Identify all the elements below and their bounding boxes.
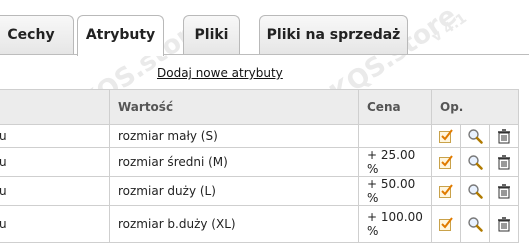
magnifier-icon[interactable] <box>467 128 483 144</box>
edit-cell <box>431 124 461 148</box>
attribute-name: u <box>0 124 110 148</box>
attribute-name: u <box>0 205 110 243</box>
table-row: u rozmiar mały (S) <box>0 124 520 148</box>
price-header: Cena <box>358 89 432 125</box>
edit-checkbox-icon[interactable] <box>438 216 454 232</box>
attribute-price: + 50.00 % <box>358 176 432 206</box>
delete-cell <box>488 124 520 148</box>
edit-cell <box>431 205 461 243</box>
trash-icon[interactable] <box>496 216 512 232</box>
tab-cechy[interactable]: Cechy <box>0 15 74 54</box>
edit-cell <box>431 147 461 177</box>
add-attributes-link[interactable]: Dodaj nowe atrybuty <box>157 66 283 80</box>
edit-checkbox-icon[interactable] <box>438 154 454 170</box>
op-header: Op. <box>431 89 519 125</box>
edit-checkbox-icon[interactable] <box>438 183 454 199</box>
delete-cell <box>488 176 520 206</box>
attribute-value: rozmiar duży (L) <box>109 176 359 206</box>
table-row: u rozmiar duży (L) + 50.00 % <box>0 176 520 206</box>
magnifier-icon[interactable] <box>467 154 483 170</box>
attribute-name: u <box>0 176 110 206</box>
attribute-name: u <box>0 147 110 177</box>
trash-icon[interactable] <box>496 128 512 144</box>
delete-cell <box>488 147 520 177</box>
value-header: Wartość <box>109 89 359 125</box>
table-row: u rozmiar średni (M) + 25.00 % <box>0 147 520 177</box>
edit-checkbox-icon[interactable] <box>438 128 454 144</box>
search-cell <box>459 176 490 206</box>
table-row: u rozmiar b.duży (XL) + 100.00 % <box>0 205 520 243</box>
edit-cell <box>431 176 461 206</box>
magnifier-icon[interactable] <box>467 216 483 232</box>
delete-cell <box>488 205 520 243</box>
trash-icon[interactable] <box>496 154 512 170</box>
attribute-price <box>358 124 432 148</box>
tab-pliki-na-sprzedaz[interactable]: Pliki na sprzedaż <box>259 15 408 54</box>
tab-pliki[interactable]: Pliki <box>183 15 240 54</box>
attributes-table: Wartość Cena Op. u rozmiar mały (S) u rozmi… <box>0 89 520 243</box>
attribute-value: rozmiar mały (S) <box>109 124 359 148</box>
tab-atrybuty[interactable]: Atrybuty <box>77 15 164 56</box>
trash-icon[interactable] <box>496 183 512 199</box>
search-cell <box>459 205 490 243</box>
magnifier-icon[interactable] <box>467 183 483 199</box>
tab-bar: Cechy Atrybuty Pliki Pliki na sprzedaż <box>0 0 529 56</box>
table-header-row: Wartość Cena Op. <box>0 89 519 125</box>
attribute-price: + 100.00 % <box>358 205 432 243</box>
name-header <box>0 89 110 125</box>
attribute-value: rozmiar b.duży (XL) <box>109 205 359 243</box>
attribute-value: rozmiar średni (M) <box>109 147 359 177</box>
attribute-price: + 25.00 % <box>358 147 432 177</box>
search-cell <box>459 147 490 177</box>
search-cell <box>459 124 490 148</box>
